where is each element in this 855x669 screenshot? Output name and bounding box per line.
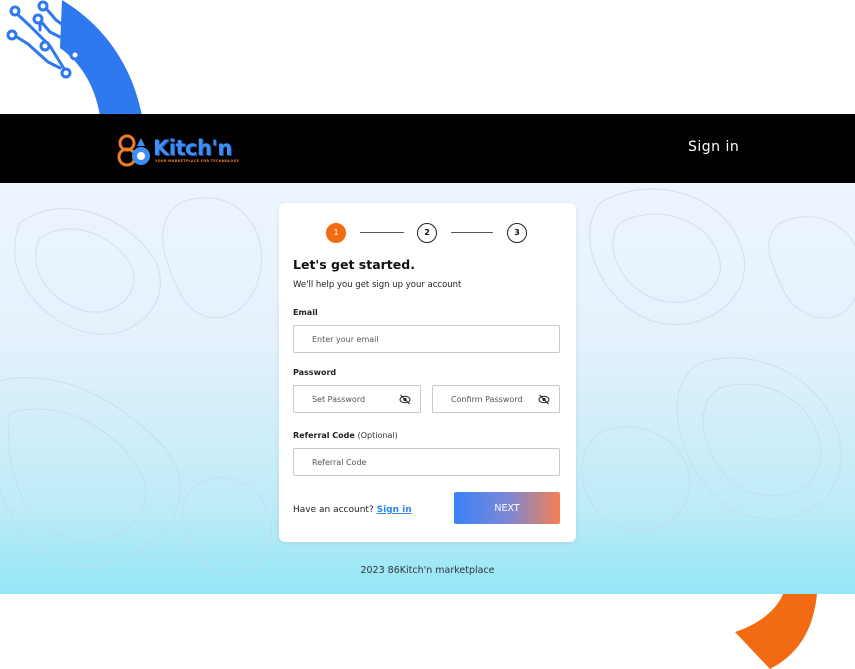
step-1-indicator: 1	[326, 223, 346, 243]
have-account-label: Have an account?	[293, 505, 374, 515]
email-field-wrapper	[293, 325, 560, 353]
form-subtitle: We'll help you get sign up your account	[293, 280, 462, 290]
logo-tagline: YOUR MARKETPLACE FOR TECHNOLOGY	[155, 158, 240, 163]
site-logo[interactable]: Kitch'n YOUR MARKETPLACE FOR TECHNOLOGY	[117, 131, 239, 169]
email-field[interactable]	[312, 326, 537, 352]
referral-label-text: Referral Code	[293, 431, 355, 440]
logo-86-icon	[117, 134, 150, 167]
footer-copyright: 2023 86Kitch'n marketplace	[360, 565, 495, 576]
orange-wave-decoration	[735, 594, 817, 669]
optional-tag: (Optional)	[357, 431, 398, 440]
signup-page: Kitch'n YOUR MARKETPLACE FOR TECHNOLOGY …	[0, 0, 855, 669]
referral-label: Referral Code (Optional)	[293, 431, 398, 440]
form-title: Let's get started.	[293, 257, 415, 272]
eye-slash-icon[interactable]	[538, 394, 550, 405]
eye-slash-icon[interactable]	[399, 394, 411, 405]
step-connector	[360, 232, 404, 233]
referral-field-wrapper	[293, 448, 560, 476]
next-button[interactable]: NEXT	[454, 492, 560, 524]
circuit-decoration	[6, 0, 142, 116]
set-password-wrapper	[293, 385, 421, 413]
step-2-indicator: 2	[417, 223, 437, 243]
referral-code-field[interactable]	[312, 449, 537, 475]
password-label: Password	[293, 368, 337, 377]
signup-stepper: 1 2 3	[326, 223, 528, 243]
step-connector	[451, 232, 493, 233]
step-3-indicator: 3	[507, 223, 527, 243]
email-label: Email	[293, 308, 318, 317]
signup-card: 1 2 3 Let's get started. We'll help you …	[279, 203, 576, 542]
confirm-password-wrapper	[432, 385, 560, 413]
have-account-text: Have an account? Sign in	[293, 505, 412, 515]
signin-link[interactable]: Sign in	[377, 505, 412, 515]
set-password-field[interactable]	[312, 386, 398, 412]
confirm-password-field[interactable]	[451, 386, 537, 412]
logo-wordmark: Kitch'n	[153, 135, 232, 160]
header-signin-link[interactable]: Sign in	[688, 139, 739, 155]
